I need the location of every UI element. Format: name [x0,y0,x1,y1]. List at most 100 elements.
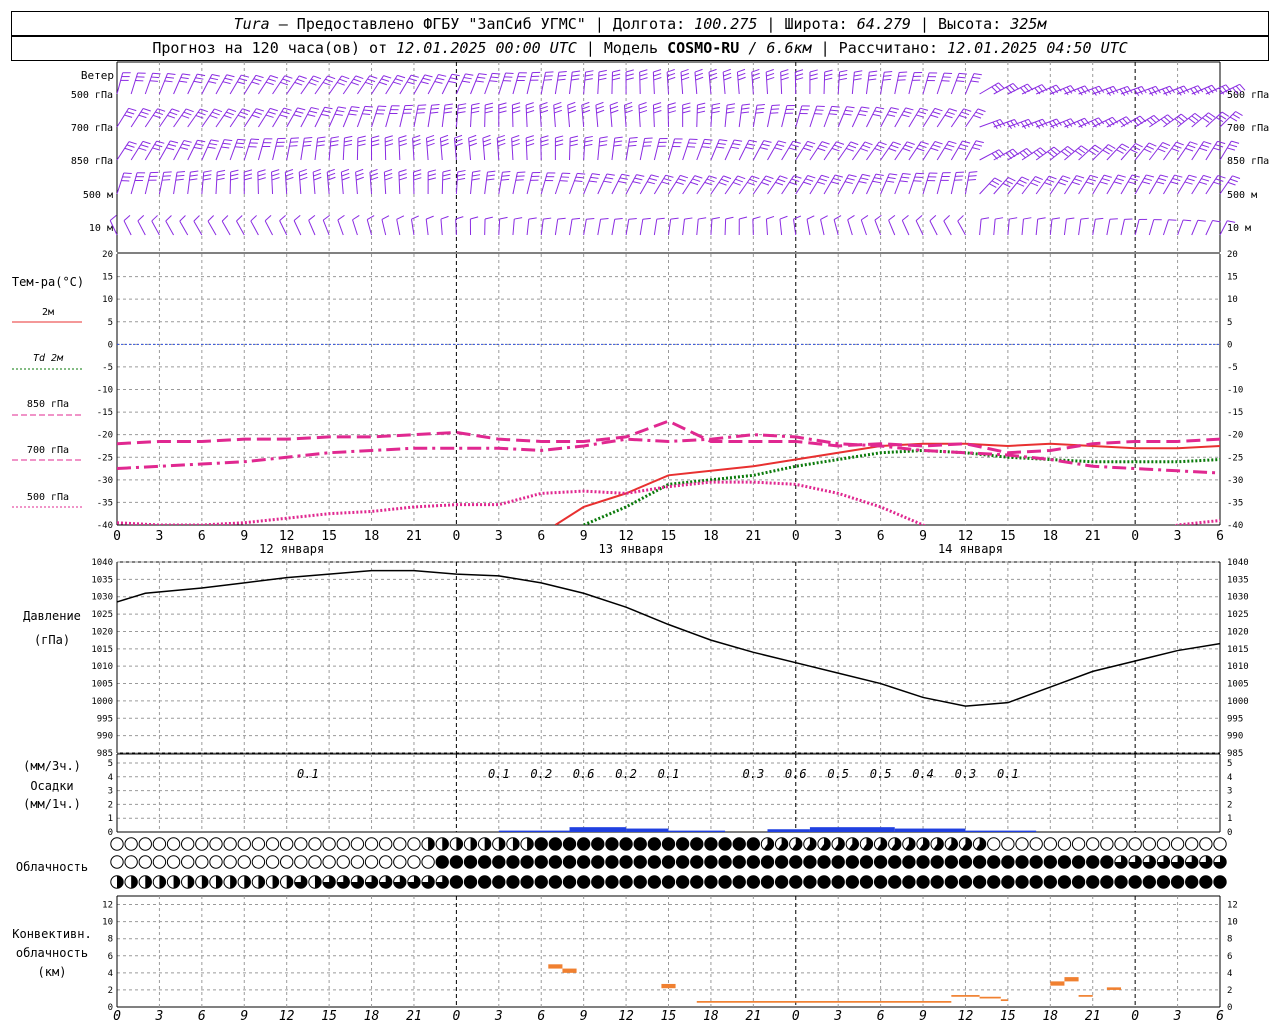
wind-barb-flag [1058,181,1066,186]
x-tick-label: 21 [1085,529,1101,544]
wind-barb-flag [142,108,151,112]
cloud-cover-symbol [407,855,421,869]
cloud-cover-fill [860,875,873,889]
wind-level-label: 700 гПа [1227,123,1269,134]
wind-barb [165,220,175,236]
x-tick-label: 3 [155,1009,164,1024]
x-tick-label: 6 [877,1009,885,1024]
wind-barb-flag [888,214,896,221]
wind-barb [384,137,387,161]
precip-amount-label: 0.6 [785,767,807,781]
cloud-cover-fill [959,855,972,869]
cloud-cover-symbol [223,837,237,851]
x-tick-label: 3 [156,529,164,544]
wind-barb-flag [974,143,983,147]
wind-barb-flag [806,215,815,220]
wind-barb-flag [475,80,484,83]
wind-barb-flag [457,177,466,181]
wind-barb [314,75,329,95]
wind-barb-flag [1188,174,1197,178]
wind-barb-flag [1108,144,1116,149]
wind-barb-flag [889,173,898,176]
wind-barb-flag [283,107,292,111]
cloud-cover-fill [549,875,562,889]
wind-barb-flag [337,81,345,86]
wind-barb-flag [653,73,662,77]
wind-barb-flag [943,215,950,222]
conv-tick-label: 0 [1227,1003,1232,1013]
wind-barb-flag [465,73,474,76]
wind-barb-flag [1077,147,1086,154]
cloud-cover-fill [484,837,491,851]
wind-barb-flag [1184,181,1193,185]
cloud-cover-fill [930,855,944,869]
wind-barb-flag [766,72,775,77]
wind-barb-flag [1127,181,1136,185]
wind-barb-flag [878,141,887,146]
wind-barb [540,172,548,195]
wind-barb [710,105,713,128]
wind-barb-flag [384,169,393,173]
wind-barb-flag [946,111,955,115]
wind-barb-flag [498,102,507,106]
precip-title: Осадки [30,779,73,793]
precip-amount-label: 0.1 [997,767,1019,781]
cloud-cover-fill [690,837,703,851]
wind-barb [668,175,681,195]
cloud-cover-fill [634,855,647,869]
wind-barb-flag [327,168,335,173]
wind-barb-flag [369,75,378,79]
wind-barb [272,75,286,95]
wind-barb-flag [740,111,749,114]
temp-tick-label: -25 [97,453,113,463]
wind-barb-flag [410,74,419,78]
wind-barb-flag [599,136,608,139]
wind-barb-flag [234,146,243,148]
wind-barb-flag [656,217,665,220]
cloud-cover-symbol [279,837,294,851]
wind-barb-flag [625,73,634,77]
wind-barb [512,72,520,95]
wind-barb-flag [284,75,293,79]
x-tick-label: 0 [792,1009,800,1024]
wind-barb-flag [681,76,690,81]
wind-barb [823,71,826,95]
wind-barb-flag [267,111,276,115]
wind-barb-flag [653,102,662,106]
cloud-cover-fill [803,855,817,869]
wind-barb-flag [257,173,266,177]
wind-barb [498,218,501,236]
wind-barb [215,139,225,161]
conv-cloud-segment [979,996,1001,999]
wind-barb-flag [1050,149,1058,155]
temp-tick-label: -40 [97,521,113,531]
wind-barb-flag [224,77,233,81]
wind-barb [1163,141,1177,161]
wind-barb [498,72,507,95]
wind-barb-flag [1142,181,1151,185]
wind-barb [696,219,699,236]
wind-barb-flag [761,143,770,147]
wind-barb-flag [512,102,521,106]
wind-barb [1191,141,1205,161]
cloud-cover-fill [945,875,958,889]
wind-barb-flag [525,102,534,106]
wind-barb-flag [140,144,149,148]
wind-barb [781,105,788,128]
wind-barb [300,107,312,128]
cloud-cover-fill [492,855,506,869]
wind-barb-flag [697,110,706,114]
wind-barb-flag [351,106,360,109]
wind-barb-flag [371,135,380,139]
wind-barb-flag [209,114,218,119]
cloud-cover-fill [1015,855,1029,869]
x-tick-label: 3 [1173,1009,1182,1024]
wind-barb-flag [164,80,173,83]
wind-barb [950,108,965,128]
wind-barb-flag [1129,177,1138,181]
wind-barb [851,174,863,195]
wind-barb-flag [914,176,923,179]
wind-barb-flag [244,177,253,181]
wind-barb-flag [625,77,634,81]
cloud-cover-symbol [336,855,350,869]
